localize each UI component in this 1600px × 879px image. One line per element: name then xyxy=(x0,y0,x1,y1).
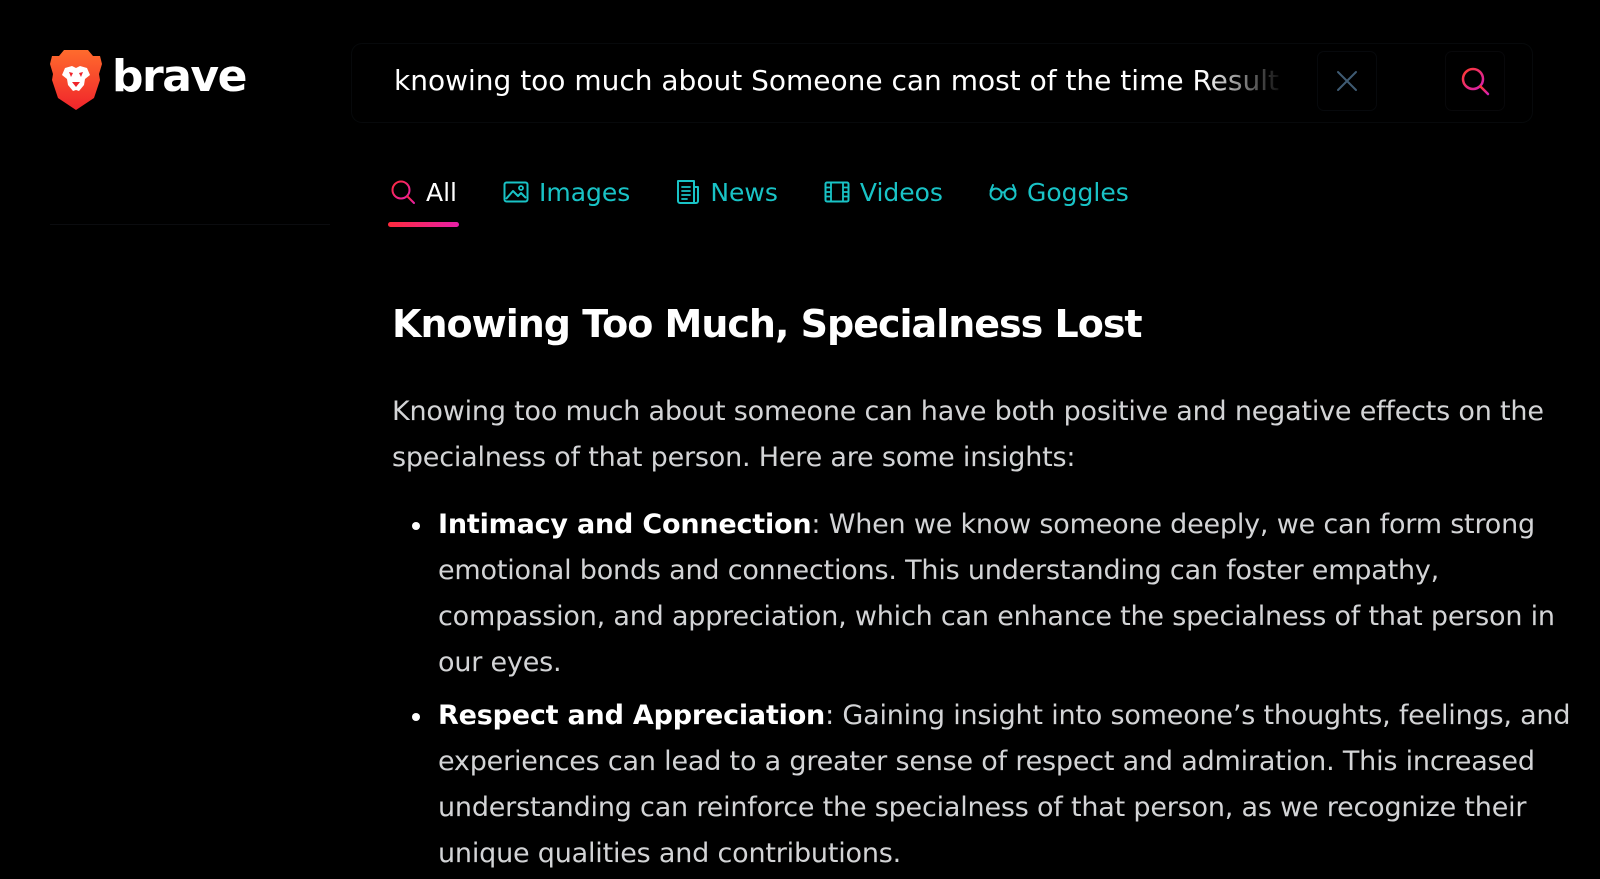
close-icon xyxy=(1337,71,1357,91)
search-results-page: brave knowing too much about Someone can… xyxy=(0,0,1600,879)
search-submit-button[interactable] xyxy=(1446,52,1504,110)
search-icon xyxy=(1461,67,1490,96)
tab-label: Videos xyxy=(859,177,943,207)
goggles-icon xyxy=(989,184,1017,201)
film-icon xyxy=(824,181,850,203)
result-type-tabs: All Images News Videos Goggles xyxy=(388,172,1175,228)
tab-all[interactable]: All xyxy=(388,172,459,227)
tab-images[interactable]: Images xyxy=(503,172,630,212)
list-item: Intimacy and Connection: When we know so… xyxy=(392,502,1572,686)
tab-news[interactable]: News xyxy=(676,172,778,212)
tab-videos[interactable]: Videos xyxy=(824,172,943,212)
tab-label: Goggles xyxy=(1026,177,1129,207)
answer-list: Intimacy and Connection: When we know so… xyxy=(392,502,1572,879)
clear-search-button[interactable] xyxy=(1318,52,1376,110)
tab-label: Images xyxy=(539,177,631,207)
answer-intro: Knowing too much about someone can have … xyxy=(392,396,1544,473)
search-icon xyxy=(391,180,415,204)
tab-label: News xyxy=(710,177,778,207)
search-bar xyxy=(352,44,1532,122)
newspaper-icon xyxy=(677,180,700,204)
tab-label: All xyxy=(426,177,457,207)
brave-logo[interactable]: brave xyxy=(50,48,247,110)
tab-goggles[interactable]: Goggles xyxy=(989,172,1129,212)
list-item-title: Intimacy and Connection xyxy=(438,509,812,540)
sidebar-divider xyxy=(50,224,330,225)
brand-name: brave xyxy=(112,51,247,102)
bullet-icon xyxy=(412,713,420,721)
active-tab-indicator xyxy=(388,222,459,227)
bullet-icon xyxy=(412,522,420,530)
list-item-title: Respect and Appreciation xyxy=(438,700,826,731)
answer-title: Knowing Too Much, Specialness Lost xyxy=(392,302,1143,346)
image-icon xyxy=(503,181,529,203)
search-input[interactable] xyxy=(394,60,1284,102)
list-item: Respect and Appreciation: Gaining insigh… xyxy=(392,693,1572,877)
brave-lion-icon xyxy=(50,50,102,110)
